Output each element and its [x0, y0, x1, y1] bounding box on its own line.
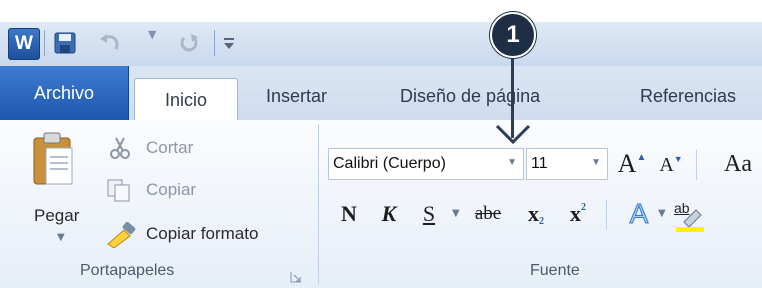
annotation-badge: 1 [490, 12, 536, 58]
copy-button[interactable]: Copiar [146, 180, 196, 200]
superscript-label: x [570, 201, 581, 226]
change-case-button[interactable]: Aa [716, 148, 760, 180]
annotation-arrow-head [493, 122, 533, 146]
superscript-mark: 2 [581, 201, 586, 213]
tab-home[interactable]: Inicio [134, 78, 238, 122]
shrink-font-button[interactable]: A ▼ [656, 150, 686, 180]
dialog-launcher-icon[interactable] [290, 268, 302, 283]
toolbar-separator [44, 30, 45, 56]
superscript-button[interactable]: x2 [562, 198, 594, 230]
redo-icon[interactable] [174, 28, 204, 58]
paste-dropdown-icon[interactable]: ▼ [57, 232, 65, 243]
font-group-label: Fuente [530, 262, 580, 279]
scissors-icon [108, 136, 132, 160]
group-separator [318, 124, 319, 284]
cut-button[interactable]: Cortar [146, 138, 193, 158]
tab-references[interactable]: Referencias [640, 76, 736, 116]
chevron-down-icon: ▼ [507, 157, 517, 168]
paste-icon[interactable] [30, 130, 76, 190]
undo-icon[interactable] [94, 28, 128, 58]
font-size-select[interactable]: 11 ▼ [526, 148, 608, 180]
save-icon[interactable] [50, 28, 80, 58]
tab-insert[interactable]: Insertar [266, 76, 327, 116]
highlighter-icon [676, 209, 704, 232]
clipboard-group-label: Portapapeles [80, 262, 175, 279]
bold-button[interactable]: N [336, 198, 362, 230]
tab-page-layout[interactable]: Diseño de página [400, 76, 540, 116]
tab-file[interactable]: Archivo [0, 66, 129, 121]
highlight-button[interactable]: ab [672, 200, 706, 232]
font-size-value: 11 [531, 155, 548, 172]
customize-toolbar-icon[interactable] [218, 28, 240, 58]
shrink-font-label: A [659, 153, 674, 176]
strikethrough-button[interactable]: abe [466, 198, 510, 230]
ribbon-tab-bar: Archivo Inicio Insertar Diseño de página… [0, 66, 762, 122]
underline-dropdown-icon[interactable]: ▼ [452, 208, 460, 219]
font-separator [696, 150, 697, 180]
grow-font-button[interactable]: A ▲ [616, 148, 648, 180]
undo-dropdown-icon[interactable]: ▼ [148, 28, 156, 41]
paste-button[interactable]: Pegar [34, 206, 79, 226]
font-name-value: Calibri (Cuerpo) [333, 155, 446, 172]
grow-font-label: A [617, 149, 637, 178]
italic-button[interactable]: K [376, 198, 402, 230]
quick-access-toolbar: W ▼ [0, 22, 762, 66]
chevron-down-icon: ▼ [591, 157, 601, 168]
format-painter-button[interactable]: Copiar formato [146, 224, 258, 244]
font-separator [606, 200, 607, 230]
format-painter-icon [106, 221, 138, 249]
text-effects-dropdown-icon[interactable]: ▼ [658, 208, 666, 219]
subscript-mark: 2 [539, 215, 544, 227]
underline-button[interactable]: S [416, 198, 442, 230]
subscript-label: x [528, 201, 539, 226]
word-app-icon[interactable]: W [8, 28, 40, 60]
subscript-button[interactable]: x2 [520, 198, 552, 230]
toolbar-separator [214, 30, 215, 56]
decrease-icon: ▼ [673, 154, 683, 164]
increase-icon: ▲ [636, 151, 647, 163]
font-name-select[interactable]: Calibri (Cuerpo) ▼ [328, 148, 524, 180]
text-effects-button[interactable]: A [624, 198, 654, 230]
copy-icon [106, 178, 132, 202]
